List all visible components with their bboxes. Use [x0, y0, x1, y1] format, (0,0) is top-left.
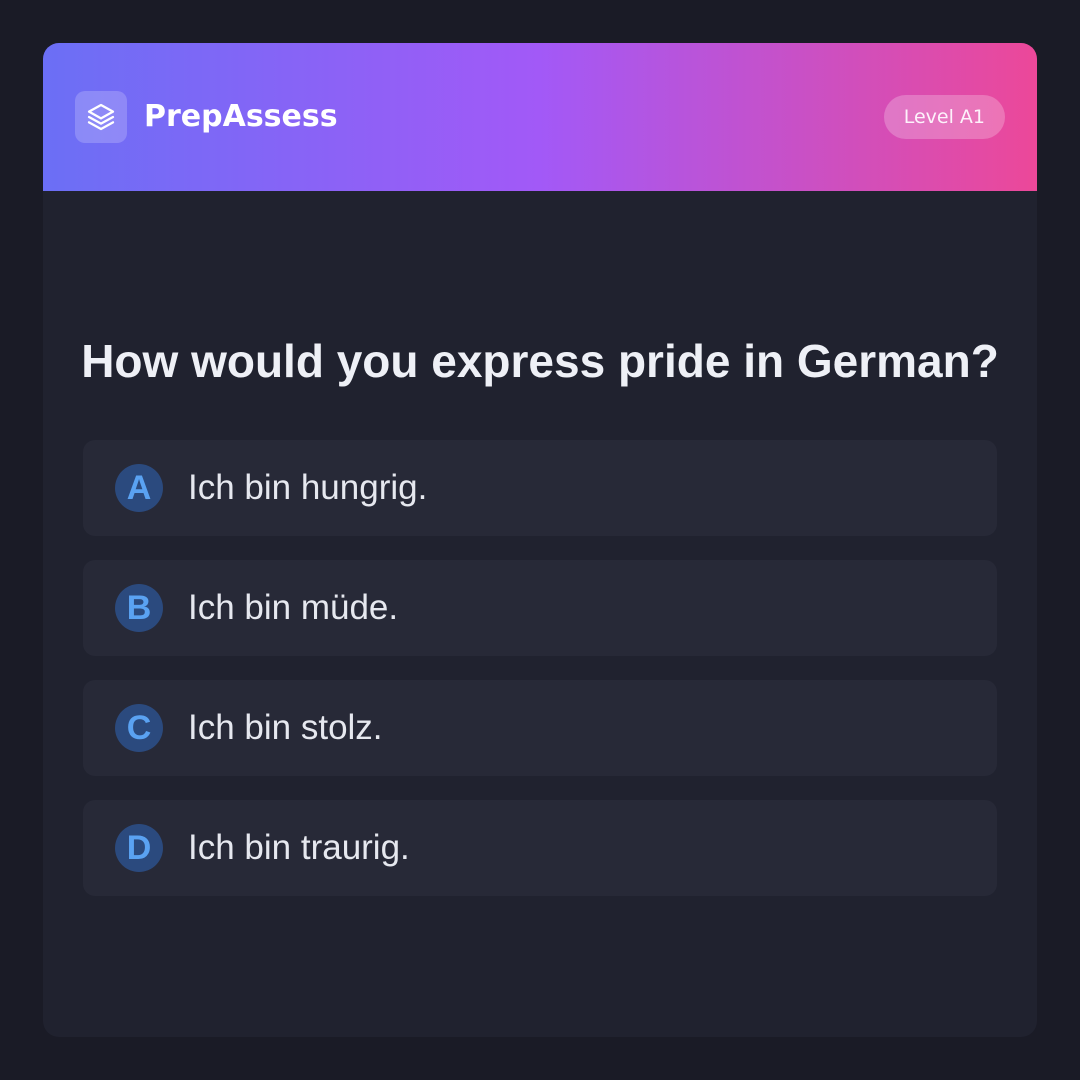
header-bar: PrepAssess Level A1 [43, 43, 1037, 191]
option-text: Ich bin traurig. [188, 828, 410, 867]
option-a[interactable]: A Ich bin hungrig. [83, 440, 997, 536]
option-d[interactable]: D Ich bin traurig. [83, 800, 997, 896]
option-text: Ich bin müde. [188, 588, 399, 627]
brand-name: PrepAssess [144, 99, 338, 134]
option-b[interactable]: B Ich bin müde. [83, 560, 997, 656]
layers-icon [87, 103, 115, 131]
option-letter-badge: A [115, 464, 163, 512]
option-text: Ich bin stolz. [188, 708, 383, 747]
option-letter-badge: D [115, 824, 163, 872]
quiz-card: PrepAssess Level A1 How would you expres… [43, 43, 1037, 1037]
question-text: How would you express pride in German? [81, 335, 999, 387]
option-letter-badge: B [115, 584, 163, 632]
answer-options: A Ich bin hungrig. B Ich bin müde. C Ich… [83, 440, 997, 920]
option-letter-badge: C [115, 704, 163, 752]
level-badge: Level A1 [883, 95, 1005, 139]
option-c[interactable]: C Ich bin stolz. [83, 680, 997, 776]
option-text: Ich bin hungrig. [188, 468, 428, 507]
logo [75, 91, 127, 143]
